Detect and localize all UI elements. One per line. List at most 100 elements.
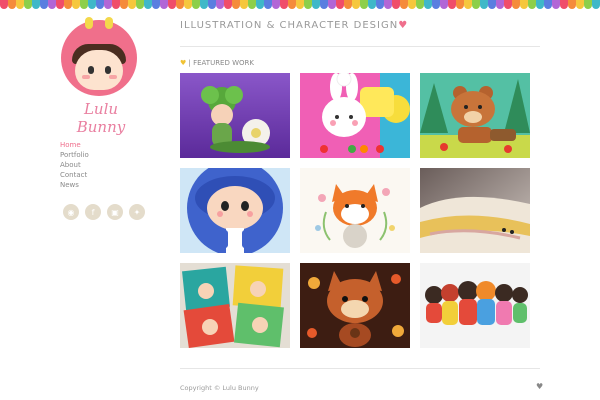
heart-icon: ♥ [398, 20, 409, 31]
border-scallop [544, 0, 552, 9]
border-scallop [80, 0, 88, 9]
border-scallop [416, 0, 424, 9]
border-scallop [248, 0, 256, 9]
border-scallop [224, 0, 232, 9]
border-scallop [96, 0, 104, 9]
border-scallop [152, 0, 160, 9]
border-scallop [56, 0, 64, 9]
border-scallop [136, 0, 144, 9]
rss-icon[interactable]: ◉ [63, 204, 79, 220]
border-scallop [128, 0, 136, 9]
border-scallop [552, 0, 560, 9]
border-scallop [240, 0, 248, 9]
border-scallop [592, 0, 600, 9]
border-scallop [472, 0, 480, 9]
nav-item-home[interactable]: Home [60, 140, 145, 150]
portfolio-thumbnail[interactable] [300, 168, 410, 253]
border-scallop [344, 0, 352, 9]
border-scallop [16, 0, 24, 9]
nav-item-news[interactable]: News [60, 180, 145, 190]
border-scallop [456, 0, 464, 9]
border-scallop [88, 0, 96, 9]
border-scallop [120, 0, 128, 9]
facebook-icon[interactable]: f [85, 204, 101, 220]
border-scallop [400, 0, 408, 9]
border-scallop [232, 0, 240, 9]
portfolio-thumbnail[interactable] [180, 263, 290, 348]
rainbow-scalloped-border [0, 0, 600, 9]
border-scallop [160, 0, 168, 9]
portfolio-thumbnail[interactable] [420, 168, 530, 253]
border-scallop [488, 0, 496, 9]
border-scallop [144, 0, 152, 9]
border-scallop [560, 0, 568, 9]
border-scallop [208, 0, 216, 9]
border-scallop [104, 0, 112, 9]
border-scallop [200, 0, 208, 9]
border-scallop [48, 0, 56, 9]
border-scallop [288, 0, 296, 9]
border-scallop [0, 0, 8, 9]
border-scallop [448, 0, 456, 9]
border-scallop [320, 0, 328, 9]
portfolio-grid [180, 73, 540, 348]
border-scallop [432, 0, 440, 9]
border-scallop [496, 0, 504, 9]
border-scallop [464, 0, 472, 9]
nav-item-about[interactable]: About [60, 160, 145, 170]
border-scallop [528, 0, 536, 9]
border-scallop [328, 0, 336, 9]
portfolio-thumbnail[interactable] [180, 73, 290, 158]
border-scallop [520, 0, 528, 9]
border-scallop [568, 0, 576, 9]
border-scallop [424, 0, 432, 9]
border-scallop [216, 0, 224, 9]
border-scallop [264, 0, 272, 9]
border-scallop [360, 0, 368, 9]
border-scallop [440, 0, 448, 9]
border-scallop [272, 0, 280, 9]
portfolio-thumbnail[interactable] [180, 168, 290, 253]
instagram-icon[interactable]: ▣ [107, 204, 123, 220]
border-scallop [280, 0, 288, 9]
footer-divider [180, 368, 540, 369]
border-scallop [504, 0, 512, 9]
lulu-bunny-logo[interactable]: Lulu Bunny [61, 17, 139, 136]
portfolio-thumbnail[interactable] [420, 263, 530, 348]
border-scallop [536, 0, 544, 9]
border-scallop [392, 0, 400, 9]
border-scallop [480, 0, 488, 9]
border-scallop [256, 0, 264, 9]
page-title: ILLUSTRATION & CHARACTER DESIGN♥ [180, 20, 409, 31]
copyright: Copyright © Lulu Bunny [180, 384, 259, 392]
twitter-icon[interactable]: ✦ [129, 204, 145, 220]
nav-item-portfolio[interactable]: Portfolio [60, 150, 145, 160]
border-scallop [512, 0, 520, 9]
portfolio-thumbnail[interactable] [420, 73, 530, 158]
border-scallop [168, 0, 176, 9]
border-scallop [336, 0, 344, 9]
border-scallop [184, 0, 192, 9]
border-scallop [384, 0, 392, 9]
border-scallop [24, 0, 32, 9]
main-nav: Home Portfolio About Contact News [60, 140, 145, 190]
border-scallop [408, 0, 416, 9]
border-scallop [32, 0, 40, 9]
border-scallop [112, 0, 120, 9]
heart-icon: ♥ [180, 59, 187, 67]
border-scallop [72, 0, 80, 9]
border-scallop [376, 0, 384, 9]
border-scallop [64, 0, 72, 9]
divider [180, 46, 540, 47]
border-scallop [576, 0, 584, 9]
nav-item-contact[interactable]: Contact [60, 170, 145, 180]
border-scallop [304, 0, 312, 9]
main-content: ILLUSTRATION & CHARACTER DESIGN♥ ♥ | FEA… [180, 20, 540, 348]
border-scallop [176, 0, 184, 9]
border-scallop [192, 0, 200, 9]
brand-name: Lulu Bunny [76, 100, 126, 136]
border-scallop [368, 0, 376, 9]
portfolio-thumbnail[interactable] [300, 73, 410, 158]
social-links: ◉ f ▣ ✦ [63, 204, 145, 220]
portfolio-thumbnail[interactable] [300, 263, 410, 348]
